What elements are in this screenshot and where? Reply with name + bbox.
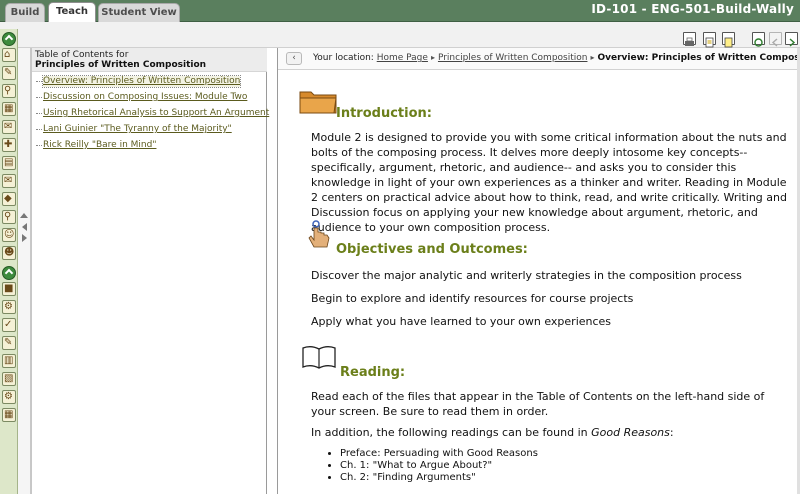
report-tool-icon[interactable]: ▥ [2, 354, 16, 368]
tab-build[interactable]: Build [5, 3, 45, 22]
list-item: Ch. 2: "Finding Arguments" [340, 472, 740, 484]
search-tool-icon[interactable]: ⚲ [2, 84, 16, 98]
mail-tool-icon[interactable]: ✉ [2, 174, 16, 188]
course-title: ID-101 - ENG-501-Build-Wally [591, 2, 794, 16]
tag-tool-icon[interactable]: ◆ [2, 192, 16, 206]
gradebook-tool-icon[interactable]: ■ [2, 282, 16, 296]
reading-instructions: Read each of the files that appear in th… [311, 390, 765, 418]
objective-item: Apply what you have learned to your own … [311, 315, 612, 328]
hand-reminder-icon [307, 220, 333, 258]
location-prefix: Your location: [313, 53, 374, 63]
toc-item-guinier[interactable]: Lani Guinier "The Tyranny of the Majorit… [43, 124, 232, 135]
table-of-contents-pane: Table of Contents for Principles of Writ… [31, 48, 269, 494]
chart-tool-icon[interactable]: ▧ [2, 372, 16, 386]
collapse-left-icon[interactable] [22, 223, 27, 231]
toc-item-overview[interactable]: Overview: Principles of Written Composit… [41, 75, 242, 88]
toc-item-discussion[interactable]: Discussion on Composing Issues: Module T… [43, 92, 247, 103]
objective-item: Begin to explore and identify resources … [311, 292, 634, 305]
breadcrumb-module-link[interactable]: Principles of Written Composition [438, 53, 588, 63]
list-item: Ch. 1: "What to Argue About?" [340, 460, 740, 472]
reading-list: Preface: Persuading with Good Reasons Ch… [340, 448, 740, 484]
content-frame: ‹ Your location: Home Page ▸ Principles of… [277, 48, 800, 494]
people-tool-icon[interactable]: ☺ [2, 228, 16, 242]
home-tool-icon[interactable]: ⌂ [2, 48, 16, 62]
assignment-tool-icon[interactable]: ✎ [2, 336, 16, 350]
introduction-text: Module 2 is designed to provide you with… [311, 131, 787, 234]
pin-tool-icon[interactable]: ✚ [2, 138, 16, 152]
grid-tool-icon[interactable]: ▦ [2, 408, 16, 422]
profile-tool-icon[interactable]: ☻ [2, 246, 16, 260]
note-icon[interactable] [722, 32, 735, 48]
pane-splitter[interactable] [18, 48, 31, 494]
back-button[interactable]: ‹ [286, 52, 302, 65]
expand-right-icon[interactable] [22, 234, 27, 242]
toc-item-rhetorical-analysis[interactable]: Using Rhetorical Analysis to Support An … [43, 108, 269, 119]
breadcrumb: ‹ Your location: Home Page ▸ Principles of… [278, 48, 800, 70]
objective-item: Discover the major analytic and writerly… [311, 269, 742, 282]
breadcrumb-separator: ▸ [590, 53, 595, 62]
objectives-heading: Objectives and Outcomes: [336, 242, 528, 257]
book-icon [302, 345, 336, 373]
calendar-tool-icon[interactable]: ▦ [2, 102, 16, 116]
tracking-tool-icon[interactable]: ⚙ [2, 300, 16, 314]
assessment-tool-icon[interactable]: ✓ [2, 318, 16, 332]
tab-teach[interactable]: Teach [48, 2, 96, 23]
magnifier-tool-icon[interactable]: ⚲ [2, 210, 16, 224]
toc-caption: Table of Contents for [35, 50, 129, 60]
list-item: Preface: Persuading with Good Reasons [340, 448, 740, 460]
toc-item-reilly[interactable]: Rick Reilly "Bare in Mind" [43, 140, 156, 151]
collapse-tools-icon[interactable] [2, 32, 16, 46]
book-title: Good Reasons [591, 426, 670, 439]
folder-icon [299, 88, 337, 118]
next-page-icon[interactable] [785, 32, 798, 47]
breadcrumb-home-link[interactable]: Home Page [377, 53, 428, 63]
breadcrumb-separator: ▸ [430, 53, 435, 62]
print-icon[interactable] [683, 32, 696, 46]
document-tool-icon[interactable]: ▤ [2, 156, 16, 170]
toc-title: Principles of Written Composition [35, 60, 207, 70]
introduction-heading: Introduction: [336, 106, 432, 121]
refresh-icon[interactable] [752, 32, 765, 47]
left-tool-column: ⌂ ✎ ⚲ ▦ ✉ ✚ ▤ ✉ ◆ ⚲ ☺ ☻ ■ ⚙ ✓ ✎ ▥ ▧ ⚙ ▦ [0, 29, 18, 494]
top-bar: Build Teach Student View ID-101 - ENG-50… [0, 0, 800, 23]
chat-tool-icon[interactable]: ✉ [2, 120, 16, 134]
location-path: Your location: Home Page ▸ Principles of W… [313, 53, 800, 63]
settings-tool-icon[interactable]: ⚙ [2, 390, 16, 404]
tab-student-view[interactable]: Student View [98, 3, 180, 22]
breadcrumb-current: Overview: Principles of Written Composit… [597, 53, 800, 63]
toolbar [0, 22, 800, 48]
toc-header: Table of Contents for Principles of Writ… [32, 48, 267, 72]
collapse-admin-tools-icon[interactable] [2, 266, 16, 280]
collapse-up-icon[interactable] [20, 213, 28, 218]
reading-additional: In addition, the following readings can … [311, 426, 674, 439]
previous-page-icon[interactable] [769, 32, 782, 47]
page-view-icon[interactable] [703, 32, 716, 48]
edit-tool-icon[interactable]: ✎ [2, 66, 16, 80]
reading-heading: Reading: [340, 365, 406, 380]
